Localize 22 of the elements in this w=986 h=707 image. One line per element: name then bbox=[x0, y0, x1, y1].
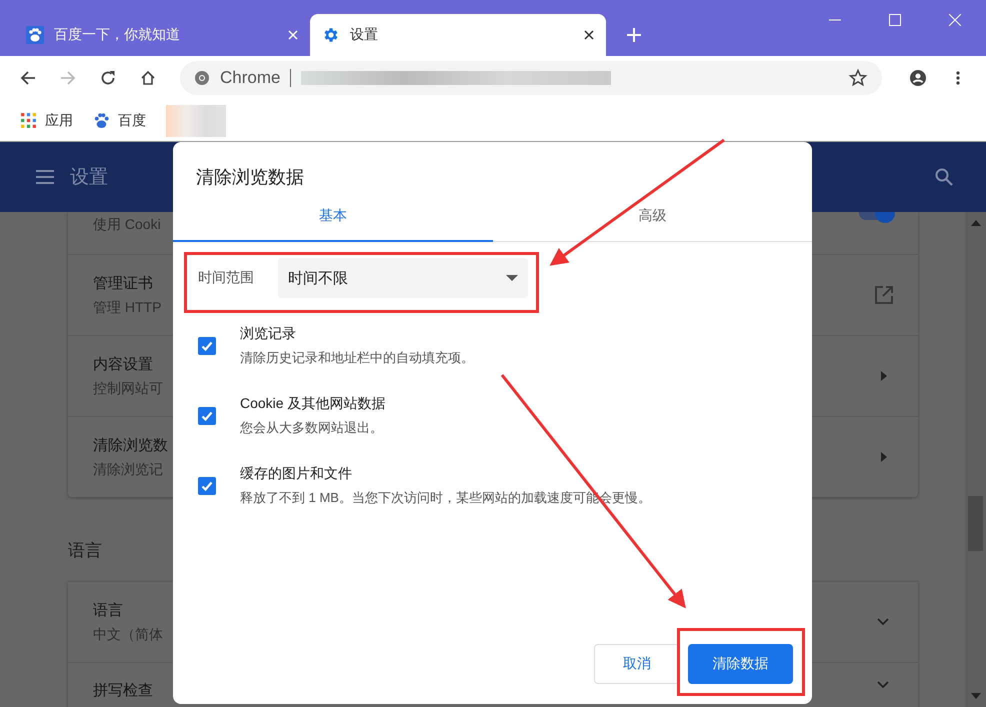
row-text: 语言 bbox=[93, 600, 123, 620]
tab-title: 百度一下，你就知道 bbox=[54, 26, 181, 44]
row-text: 内容设置 bbox=[93, 354, 153, 374]
site-label: Chrome bbox=[220, 68, 280, 88]
row-text: 使用 Cooki bbox=[93, 216, 161, 234]
row-text: 控制网站可 bbox=[93, 380, 163, 398]
row-text: 清除浏览记 bbox=[93, 460, 163, 478]
settings-title: 设置 bbox=[70, 166, 108, 190]
row-text: 管理证书 bbox=[93, 274, 153, 292]
time-range-label: 时间范围 bbox=[198, 269, 255, 287]
section-heading: 语言 bbox=[68, 540, 103, 562]
dialog-title: 清除浏览数据 bbox=[195, 166, 305, 189]
option-title: 浏览记录 bbox=[240, 324, 297, 342]
option-description: 您会从大多数网站退出。 bbox=[240, 418, 384, 436]
row-text: 管理 HTTP bbox=[93, 298, 162, 316]
option-title: Cookie 及其他网站数据 bbox=[240, 394, 386, 412]
option-title: 缓存的图片和文件 bbox=[240, 464, 353, 482]
row-text: 拼写检查 bbox=[93, 681, 153, 700]
row-text: 中文（简体 bbox=[93, 626, 163, 644]
option-description: 清除历史记录和地址栏中的自动填充项。 bbox=[240, 348, 474, 366]
row-text: 清除浏览数 bbox=[93, 436, 168, 454]
tab-title: 设置 bbox=[350, 26, 379, 44]
